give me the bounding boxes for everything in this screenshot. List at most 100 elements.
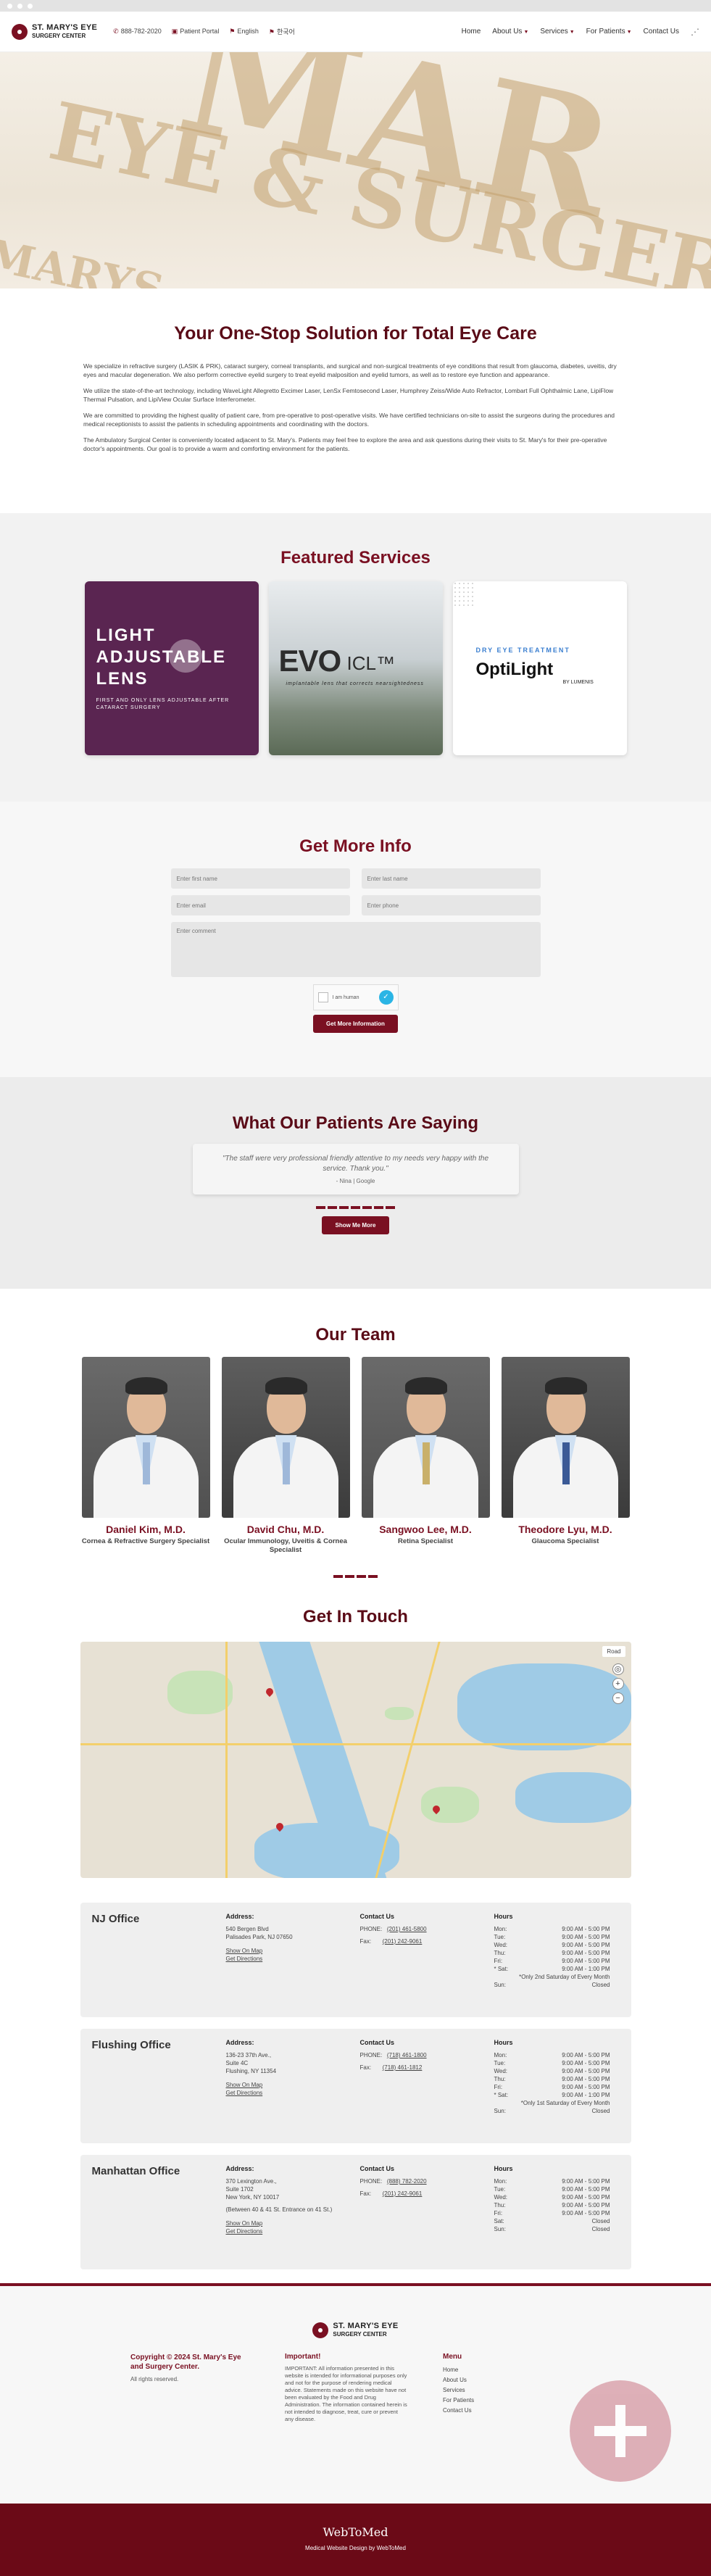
footer-link-contact-us[interactable]: Contact Us [443, 2406, 474, 2416]
carousel-dot[interactable] [351, 1206, 360, 1209]
nav-home[interactable]: Home [462, 28, 481, 36]
main-nav: Home About Us ▼ Services ▼ For Patients ▼ C… [462, 27, 699, 37]
webtomed-logo[interactable]: WebToMed [0, 2525, 711, 2539]
get-directions-link[interactable]: Get Directions [226, 1956, 263, 1962]
email-field[interactable] [170, 895, 350, 915]
card-heading: LENS [96, 669, 149, 689]
patient-portal-link[interactable]: ▣ Patient Portal [172, 28, 220, 36]
zoom-in-icon[interactable]: + [612, 1678, 624, 1690]
intro-title: Your One-Stop Solution for Total Eye Car… [174, 323, 537, 344]
hours-note: *Only 1st Saturday of Every Month [520, 2100, 610, 2106]
hours-day: Wed: [494, 2194, 508, 2201]
testimonial-card: "The staff were very professional friend… [192, 1144, 519, 1194]
site-logo[interactable]: ST. MARY'S EYE SURGERY CENTER [12, 23, 97, 40]
show-on-map-link[interactable]: Show On Map [226, 2082, 263, 2088]
logo-eye-icon [312, 2322, 329, 2338]
nav-for-patients[interactable]: For Patients ▼ [586, 28, 632, 36]
carousel-dot[interactable] [328, 1206, 337, 1209]
offices-list: NJ Office Address: 540 Bergen Blvd Palis… [0, 1903, 711, 2281]
footer-link-about-us[interactable]: About Us [443, 2375, 474, 2385]
address-line: New York, NY 10017 [225, 2194, 280, 2201]
footer-link-for-patients[interactable]: For Patients [443, 2396, 474, 2406]
captcha-checkbox[interactable] [317, 992, 328, 1002]
hours-day: Mon: [494, 2178, 507, 2185]
carousel-dot[interactable] [362, 1206, 372, 1209]
footer-link-home[interactable]: Home [443, 2365, 474, 2375]
footer-menu-title: Menu [443, 2353, 462, 2361]
hours-label: Hours [494, 2165, 513, 2172]
zoom-out-icon[interactable]: − [612, 1692, 624, 1704]
team-member-card[interactable]: Daniel Kim, M.D. Cornea & Refractive Sur… [81, 1357, 210, 1555]
map-park [420, 1787, 479, 1823]
share-icon[interactable]: ⋰ [691, 27, 699, 37]
carousel-dot[interactable] [374, 1206, 383, 1209]
first-name-field[interactable] [170, 868, 350, 889]
phone-link[interactable]: ✆ 888-782-2020 [113, 28, 162, 36]
language-english[interactable]: ⚑ English [229, 28, 259, 36]
office-phone-link[interactable]: (888) 782-2020 [387, 2178, 427, 2185]
service-card-light-adjustable-lens[interactable]: LIGHT ADJUSTABLE LENS FIRST AND ONLY LEN… [84, 581, 259, 755]
footer-link-services[interactable]: Services [443, 2385, 474, 2396]
service-card-evo-icl[interactable]: EVO ICL™ implantable lens that corrects … [268, 581, 443, 755]
team-member-card[interactable]: Theodore Lyu, M.D. Glaucoma Specialist [501, 1357, 630, 1555]
map-mode-toggle[interactable]: Road [602, 1646, 625, 1657]
intro-paragraph: We are committed to providing the highes… [83, 412, 615, 428]
service-card-optilight[interactable]: DRY EYE TREATMENT OptiLight BY LUMENIS [452, 581, 627, 755]
comment-field[interactable] [170, 922, 541, 977]
hours-time: Closed [591, 2226, 610, 2232]
team-title: Our Team [315, 1325, 396, 1345]
office-name: Manhattan Office [91, 2165, 180, 2177]
lens-graphic [168, 639, 202, 673]
nav-about-us[interactable]: About Us ▼ [492, 28, 528, 36]
hours-label: Hours [494, 1913, 513, 1920]
office-fax-link[interactable]: (201) 242-9061 [383, 1938, 423, 1945]
address-line: Flushing, NY 11354 [225, 2068, 277, 2074]
show-more-button[interactable]: Show Me More [322, 1216, 389, 1234]
hours-day: Sun: [494, 2108, 506, 2114]
hours-time: 9:00 AM - 5:00 PM [562, 1942, 610, 1948]
location-map[interactable]: Road ◎ + − [80, 1642, 631, 1878]
hours-day: Tue: [494, 1934, 506, 1940]
map-pin-nj[interactable] [264, 1686, 275, 1698]
team-member-card[interactable]: Sangwoo Lee, M.D. Retina Specialist [361, 1357, 490, 1555]
carousel-dot[interactable] [339, 1206, 349, 1209]
carousel-dot[interactable] [357, 1575, 366, 1578]
nav-services[interactable]: Services ▼ [540, 28, 574, 36]
carousel-dot[interactable] [316, 1206, 325, 1209]
member-name: Sangwoo Lee, M.D. [379, 1524, 472, 1535]
phone-label: PHONE: [359, 2052, 383, 2058]
carousel-dot[interactable] [333, 1575, 343, 1578]
language-korean[interactable]: ⚑ 한국어 [269, 27, 295, 36]
last-name-field[interactable] [361, 868, 541, 889]
get-more-info-button[interactable]: Get More Information [313, 1015, 398, 1033]
get-directions-link[interactable]: Get Directions [226, 2228, 263, 2235]
card-byline: BY LUMENIS [562, 680, 594, 685]
office-fax-link[interactable]: (718) 461-1812 [383, 2064, 423, 2071]
show-on-map-link[interactable]: Show On Map [226, 1948, 263, 1954]
hours-day: Sat: [494, 2218, 504, 2224]
show-on-map-link[interactable]: Show On Map [226, 2220, 263, 2227]
hours-time: 9:00 AM - 5:00 PM [562, 2068, 610, 2074]
office-phone-link[interactable]: (718) 461-1800 [387, 2052, 427, 2058]
hours-time: 9:00 AM - 5:00 PM [562, 2178, 610, 2185]
get-directions-link[interactable]: Get Directions [226, 2090, 263, 2096]
office-phone-link[interactable]: (201) 461-5800 [387, 1926, 427, 1932]
nav-contact-us[interactable]: Contact Us [644, 28, 679, 36]
team-member-card[interactable]: David Chu, M.D. Ocular Immunology, Uveit… [221, 1357, 350, 1555]
hours-day: Sun: [494, 1982, 506, 1988]
locate-icon[interactable]: ◎ [612, 1663, 624, 1675]
office-fax-link[interactable]: (201) 242-9061 [383, 2190, 423, 2197]
footer-logo[interactable]: ST. MARY'S EYE SURGERY CENTER [0, 2322, 711, 2338]
window-dot [7, 3, 12, 9]
carousel-dot[interactable] [368, 1575, 378, 1578]
carousel-dot[interactable] [386, 1206, 395, 1209]
flag-icon: ⚑ [229, 28, 236, 35]
address-label: Address: [225, 2165, 254, 2172]
phone-field[interactable] [361, 895, 541, 915]
hours-time: 9:00 AM - 5:00 PM [562, 2084, 610, 2090]
map-water [515, 1772, 631, 1823]
carousel-dot[interactable] [345, 1575, 354, 1578]
intro-paragraph: The Ambulatory Surgical Center is conven… [83, 436, 607, 452]
hours-day: Thu: [494, 1950, 506, 1956]
member-role: Retina Specialist [397, 1537, 454, 1545]
